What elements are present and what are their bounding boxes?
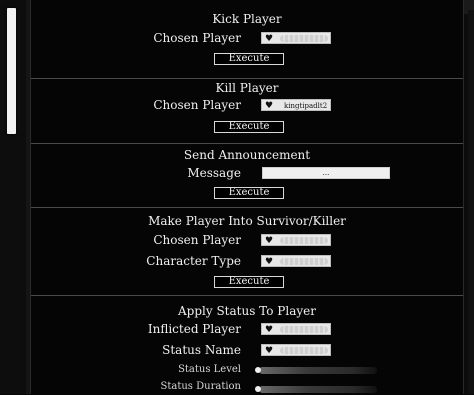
field-label: Status Level [178, 364, 241, 375]
section-title: Send Announcement [183, 148, 311, 162]
backdrop-edge [468, 10, 474, 394]
scrollbar-thumb[interactable] [7, 8, 16, 134]
status-level-row: Status Level [31, 362, 463, 378]
apply-status-section: Apply Status To Player Inflicted Player … [31, 295, 463, 395]
section-title: Kill Player [215, 81, 279, 95]
status-duration-slider[interactable] [259, 386, 377, 393]
heart-icon: ♥ [265, 257, 274, 267]
status-duration-knob[interactable] [255, 386, 261, 392]
chosen-player-dropdown[interactable]: ♥ [261, 234, 331, 246]
execute-button[interactable]: Execute [214, 276, 284, 288]
message-input[interactable]: ... [262, 167, 390, 179]
status-name-dropdown[interactable]: ♥ [261, 344, 331, 356]
heart-icon: ♥ [265, 34, 274, 44]
chosen-player-dropdown[interactable]: ♥ kingtipadlt2 [261, 99, 331, 111]
send-announcement-section: Send Announcement Message ... Execute [31, 143, 463, 208]
execute-button[interactable]: Execute [214, 53, 284, 65]
redacted-value [280, 258, 328, 265]
field-label: Inflicted Player [147, 322, 241, 336]
field-label: Message [187, 166, 241, 180]
redacted-name [280, 35, 328, 42]
message-row: Message ... [31, 166, 463, 182]
execute-button[interactable]: Execute [214, 187, 284, 199]
field-label: Chosen Player [153, 98, 241, 112]
heart-icon: ♥ [265, 101, 274, 111]
heart-icon: ♥ [265, 325, 274, 335]
status-name-row: Status Name ♥ [31, 343, 463, 359]
selected-player-value: kingtipadlt2 [284, 102, 328, 110]
chosen-player-row: Chosen Player ♥ [31, 233, 463, 249]
chosen-player-row: Chosen Player ♥ kingtipadlt2 [31, 98, 463, 114]
field-label: Status Name [162, 343, 241, 357]
heart-icon: ♥ [265, 236, 274, 246]
section-title: Kick Player [212, 12, 282, 26]
admin-panel: Kick Player Chosen Player ♥ Execute Kill… [30, 0, 464, 394]
make-survivor-killer-section: Make Player Into Survivor/Killer Chosen … [31, 207, 463, 296]
redacted-value [280, 347, 328, 354]
redacted-name [280, 237, 328, 244]
field-label: Chosen Player [153, 31, 241, 45]
redacted-name [280, 326, 328, 333]
chosen-player-dropdown[interactable]: ♥ [261, 32, 331, 44]
heart-icon: ♥ [265, 346, 274, 356]
kick-player-section: Kick Player Chosen Player ♥ Execute [31, 0, 463, 78]
field-label: Status Duration [160, 381, 241, 392]
field-label: Character Type [146, 254, 241, 268]
scrollbar-track[interactable] [0, 0, 27, 394]
section-title: Make Player Into Survivor/Killer [148, 214, 346, 228]
status-level-knob[interactable] [255, 367, 261, 373]
field-label: Chosen Player [153, 233, 241, 247]
character-type-dropdown[interactable]: ♥ [261, 255, 331, 267]
status-duration-row: Status Duration [31, 378, 463, 394]
chosen-player-row: Chosen Player ♥ [31, 31, 463, 47]
status-level-slider[interactable] [259, 367, 377, 374]
inflicted-player-dropdown[interactable]: ♥ [261, 323, 331, 335]
inflicted-player-row: Inflicted Player ♥ [31, 322, 463, 338]
character-type-row: Character Type ♥ [31, 254, 463, 270]
section-title: Apply Status To Player [178, 304, 316, 318]
execute-button[interactable]: Execute [214, 121, 284, 133]
kill-player-section: Kill Player Chosen Player ♥ kingtipadlt2… [31, 78, 463, 144]
